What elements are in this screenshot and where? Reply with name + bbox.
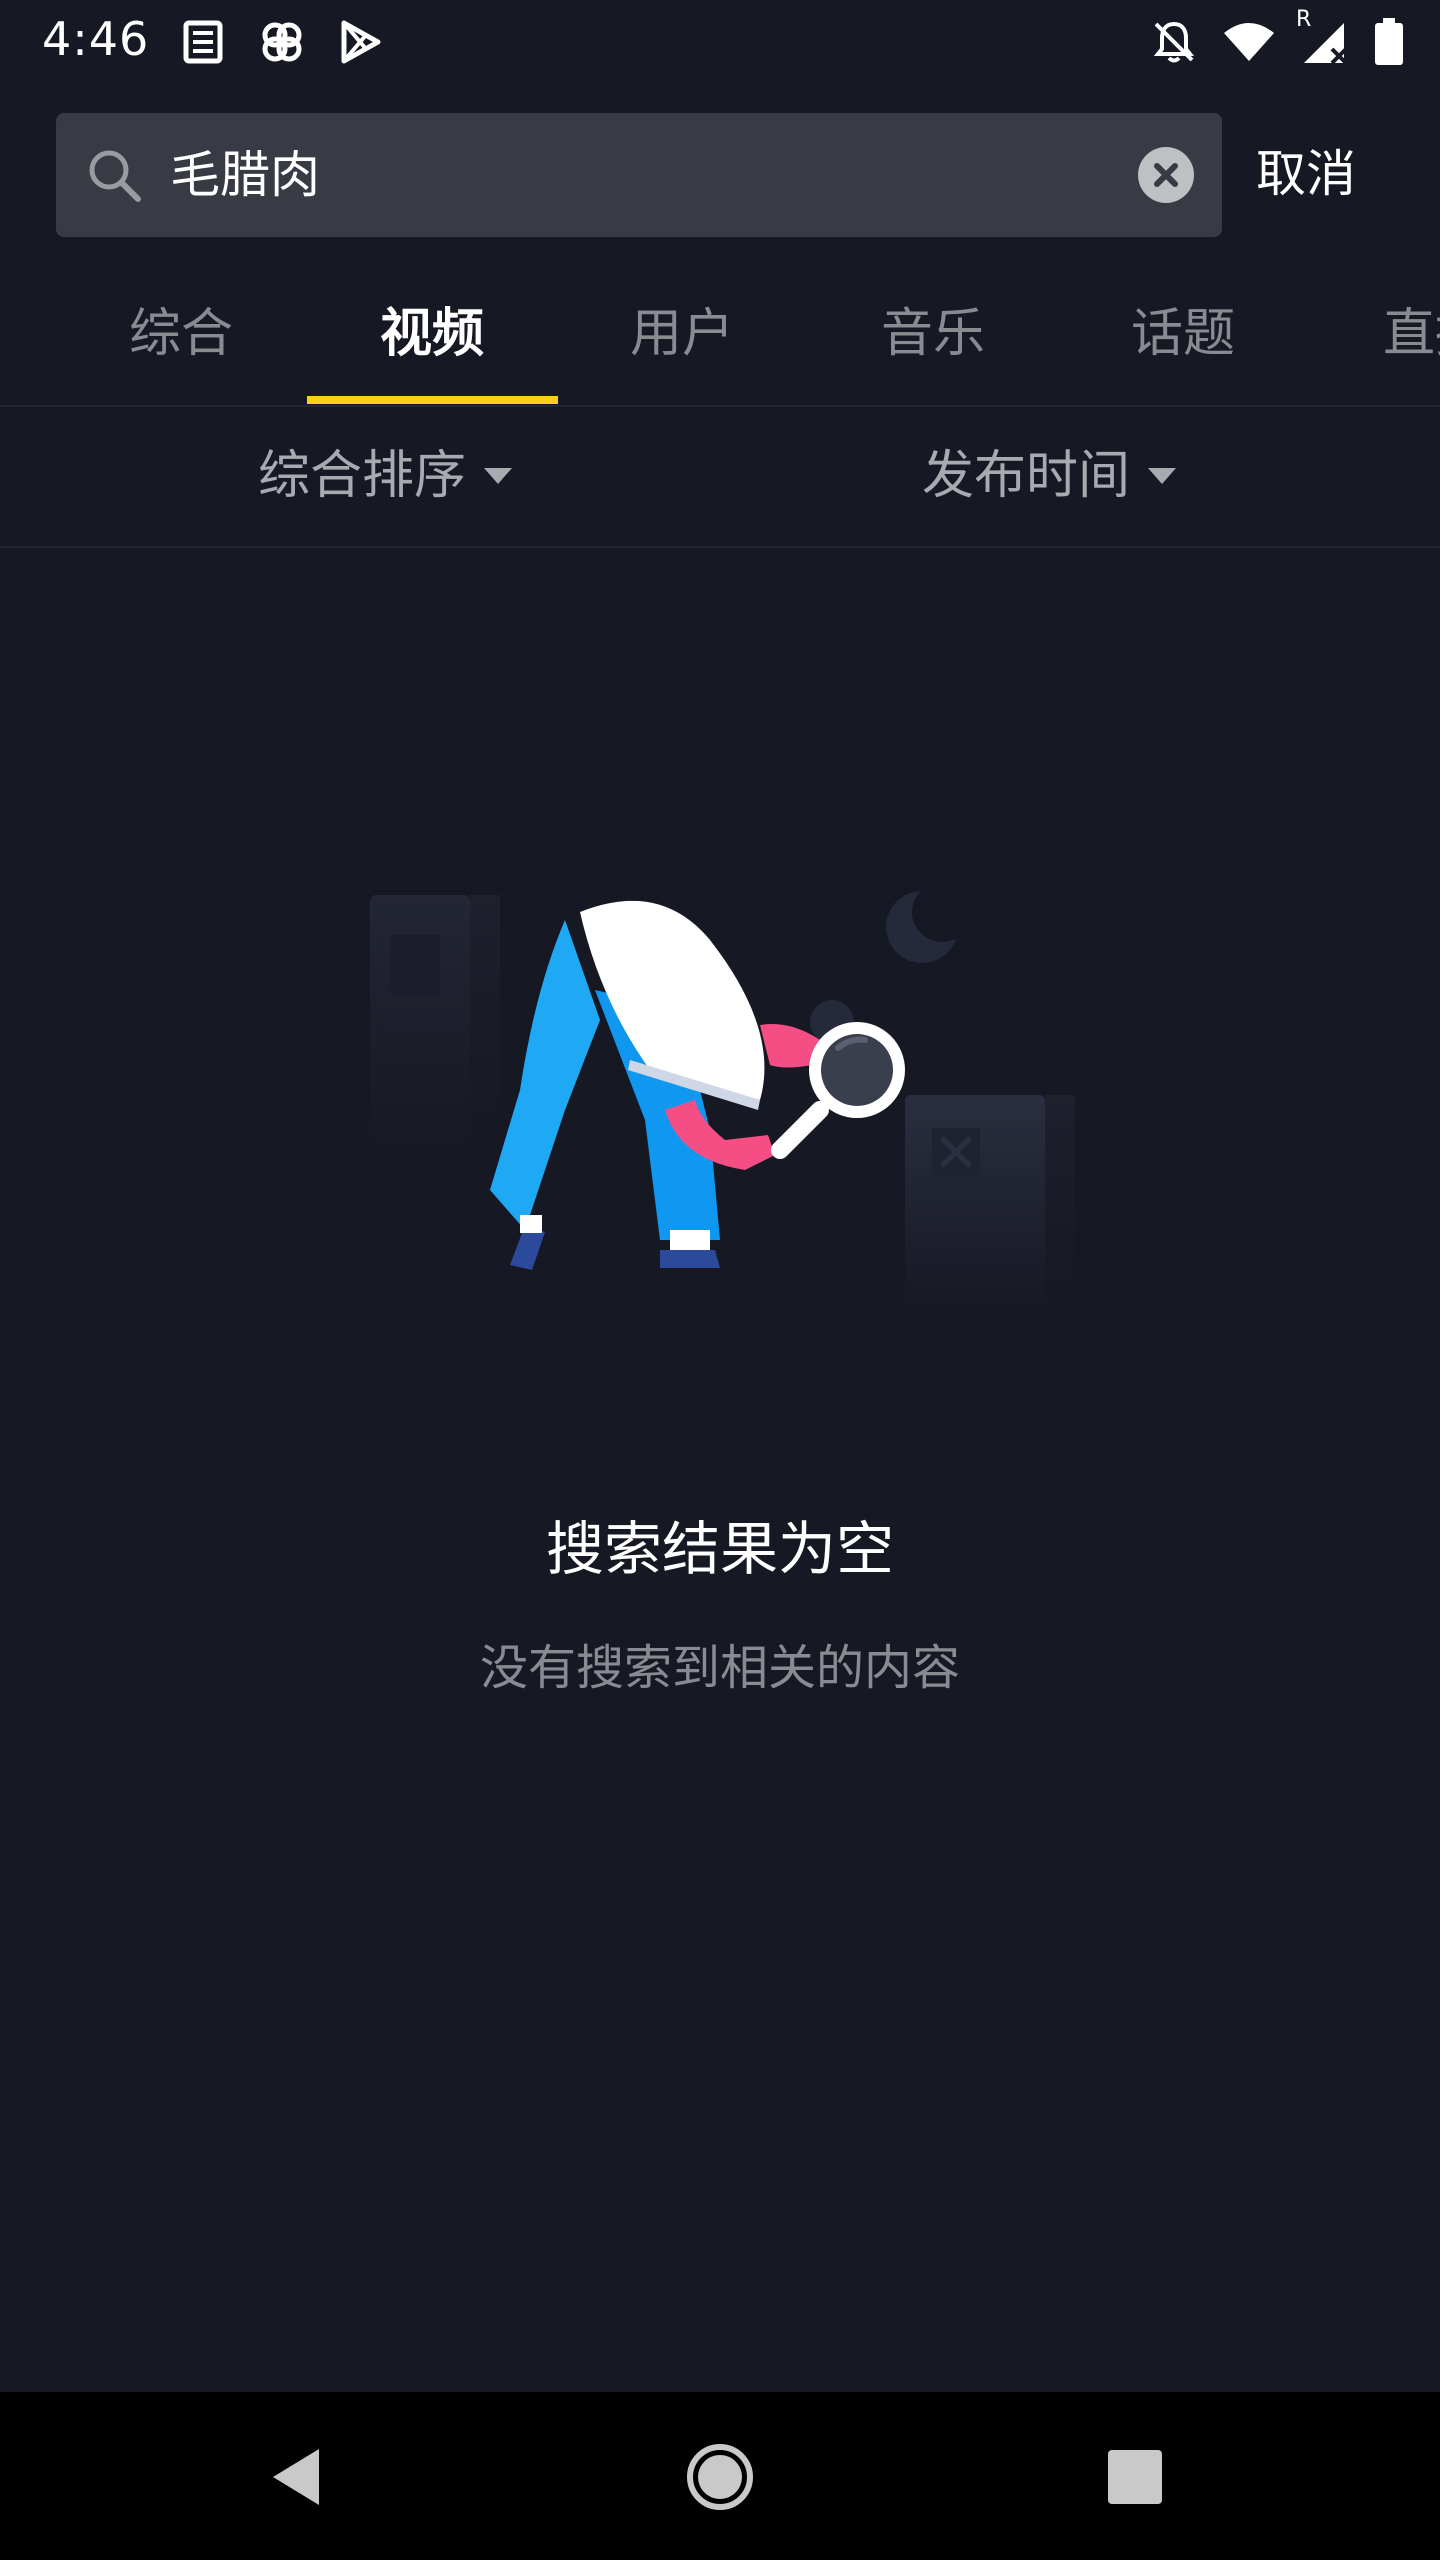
search-result-tabs: 综合 视频 用户 音乐 话题 直播 (0, 282, 1440, 406)
recents-icon[interactable] (1090, 2432, 1180, 2522)
tabs-divider (0, 405, 1440, 407)
empty-state-subtitle: 没有搜索到相关的内容 (479, 1640, 960, 1696)
status-bar: 4:46 R (0, 0, 1440, 84)
notifications-off-icon (1150, 18, 1198, 66)
publish-time-filter-dropdown[interactable]: 发布时间 (922, 436, 1177, 516)
dropdown-arrow-icon (1148, 468, 1177, 484)
search-icon (84, 145, 144, 205)
tab-video[interactable]: 视频 (307, 282, 557, 406)
tab-music[interactable]: 音乐 (808, 282, 1058, 406)
roaming-label: R (1296, 7, 1312, 32)
empty-state-title: 搜索结果为空 (545, 1515, 894, 1583)
tab-comprehensive[interactable]: 综合 (56, 282, 306, 406)
news-icon (180, 19, 226, 65)
empty-search-illustration (360, 870, 1080, 1330)
sort-filter-dropdown[interactable]: 综合排序 (258, 436, 513, 516)
back-icon[interactable] (255, 2432, 345, 2522)
battery-icon (1374, 18, 1404, 66)
play-store-icon (338, 19, 384, 65)
signal-roaming-icon: R (1296, 7, 1350, 67)
sort-filter-label: 综合排序 (258, 446, 467, 506)
dropdown-arrow-icon (484, 468, 513, 484)
tab-live[interactable]: 直播 (1309, 282, 1440, 406)
clear-search-icon[interactable] (1138, 147, 1194, 203)
system-nav-bar (0, 2392, 1440, 2560)
search-box[interactable] (56, 113, 1222, 237)
tab-users[interactable]: 用户 (557, 282, 807, 406)
filter-divider (0, 546, 1440, 548)
cancel-button[interactable]: 取消 (1256, 136, 1356, 212)
wifi-icon (1222, 19, 1276, 65)
status-right-icons: R (1150, 7, 1404, 68)
search-input[interactable] (170, 131, 1130, 219)
pinwheel-icon (258, 18, 306, 66)
tab-topics[interactable]: 话题 (1058, 282, 1308, 406)
status-time: 4:46 (42, 12, 150, 66)
status-left-icons (180, 18, 384, 66)
active-tab-indicator (307, 396, 558, 404)
publish-time-filter-label: 发布时间 (922, 446, 1131, 506)
home-icon[interactable] (675, 2432, 765, 2522)
